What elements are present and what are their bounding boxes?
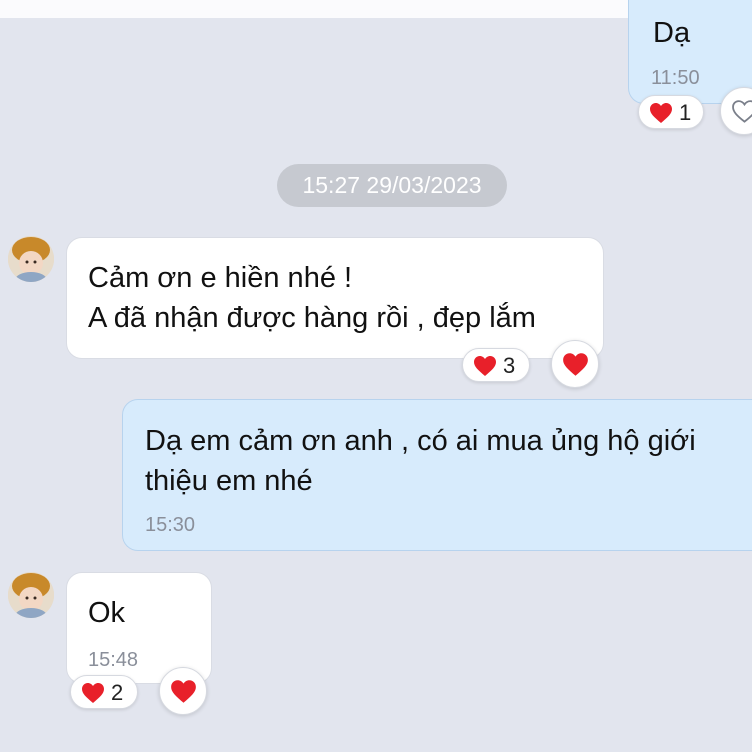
message-time: 11:50: [651, 67, 700, 89]
message-text: Dạ: [653, 17, 691, 49]
heart-icon: [171, 680, 196, 703]
message-time: 15:48: [88, 649, 139, 671]
message-text: Dạ em cảm ơn anh , có ai mua ủng hộ giới…: [145, 425, 696, 497]
message-time: 15:30: [145, 514, 196, 536]
reaction-count: 1: [679, 100, 692, 125]
reaction-summary[interactable]: 2: [70, 675, 138, 709]
reaction-count: 3: [503, 353, 516, 378]
date-separator: 15:27 29/03/2023: [277, 164, 507, 207]
heart-icon: [474, 356, 496, 376]
avatar-image: [8, 572, 54, 618]
heart-icon: [563, 353, 588, 376]
heart-icon: [82, 683, 104, 703]
heart-outline-icon: [732, 100, 752, 123]
message-bubble-incoming[interactable]: Cảm ơn e hiền nhé ! A đã nhận được hàng …: [66, 237, 604, 359]
reaction-count: 2: [111, 680, 124, 705]
react-button[interactable]: [159, 667, 207, 715]
reaction-summary[interactable]: 3: [462, 348, 530, 382]
heart-icon: [650, 103, 672, 123]
avatar[interactable]: [8, 236, 54, 282]
message-text: Ok: [88, 597, 126, 629]
avatar-image: [8, 236, 54, 282]
avatar[interactable]: [8, 572, 54, 618]
react-button[interactable]: [551, 340, 599, 388]
message-bubble-outgoing[interactable]: Dạ em cảm ơn anh , có ai mua ủng hộ giới…: [122, 399, 752, 551]
reaction-summary[interactable]: 1: [638, 95, 704, 129]
message-text: Cảm ơn e hiền nhé ! A đã nhận được hàng …: [88, 262, 536, 334]
